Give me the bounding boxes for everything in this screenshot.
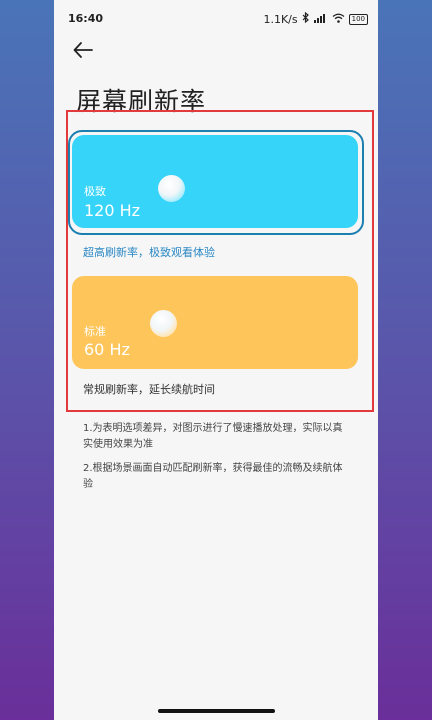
option-label: 极致 [84, 185, 106, 198]
bluetooth-icon [302, 11, 310, 26]
network-speed: 1.1K/s [263, 12, 298, 26]
animation-orb [158, 175, 185, 202]
note-text: 2.根据场景画面自动匹配刷新率，获得最佳的流畅及续航体验 [83, 463, 343, 490]
home-indicator[interactable] [158, 709, 275, 713]
note-text: 1.为表明选项差异，对图示进行了慢速播放处理，实际以真实使用效果为准 [83, 423, 343, 450]
option-description: 常规刷新率，延长续航时间 [83, 383, 215, 396]
option-card-60hz[interactable]: 标准 60 Hz [72, 276, 358, 369]
status-time: 16:40 [68, 12, 104, 25]
animation-orb [150, 310, 177, 337]
signal-icon [313, 13, 328, 26]
back-button[interactable] [72, 40, 100, 64]
option-value: 60 Hz [84, 340, 130, 359]
option-label: 标准 [84, 325, 106, 338]
phone-screen: 16:40 1.1K/s 100 屏幕刷新率 极致 120 Hz 超高刷新率，极… [54, 0, 378, 720]
wifi-icon [332, 13, 345, 26]
option-card-120hz[interactable]: 极致 120 Hz [72, 135, 358, 228]
battery-icon: 100 [348, 13, 368, 25]
option-description: 超高刷新率，极致观看体验 [83, 246, 215, 259]
status-bar: 16:40 1.1K/s 100 [54, 0, 378, 36]
battery-level: 100 [351, 14, 365, 23]
option-value: 120 Hz [84, 201, 141, 220]
arrow-left-icon [72, 42, 94, 64]
status-icons: 1.1K/s 100 [263, 11, 368, 26]
